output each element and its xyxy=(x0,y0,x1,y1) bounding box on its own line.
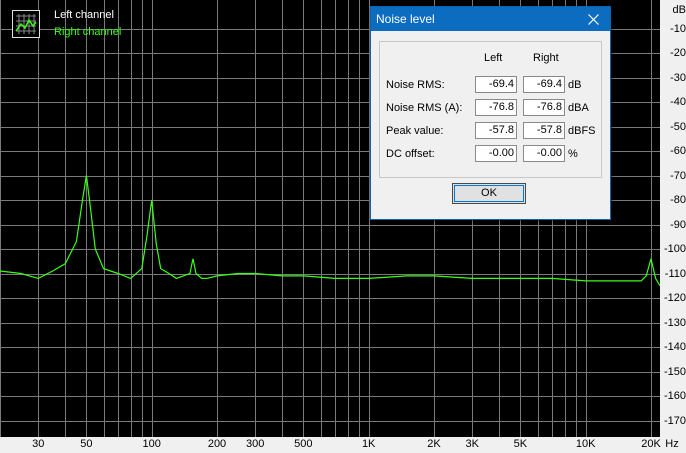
noise-rms-right-field[interactable]: -69.4 xyxy=(523,76,565,93)
row-label-noise-rms-a: Noise RMS (A): xyxy=(386,102,463,114)
x-tick-label: 1K xyxy=(361,438,376,450)
y-axis: dB -10 -20 -30 -40 -50 -60 -70 -80 -90 -100 -110 -1… xyxy=(660,0,686,453)
x-tick-label: 300 xyxy=(246,438,265,450)
column-right-header: Right xyxy=(533,52,559,64)
row-label-peak-value: Peak value: xyxy=(386,125,444,137)
ok-button[interactable]: OK xyxy=(452,183,526,204)
x-tick-label: 5K xyxy=(513,438,528,450)
dc-offset-right-field[interactable]: -0.00 xyxy=(523,145,565,162)
y-tick-label: -110 xyxy=(664,267,686,280)
legend-right-channel[interactable]: Right channel xyxy=(54,26,121,38)
x-tick-label: 50 xyxy=(80,438,93,450)
dc-offset-left-field[interactable]: -0.00 xyxy=(475,145,517,162)
y-tick-label: -10 xyxy=(670,22,686,35)
x-tick-label: 3K xyxy=(465,438,479,450)
x-tick-label: 2K xyxy=(427,438,441,450)
y-tick-label: -130 xyxy=(663,316,686,329)
row-label-dc-offset: DC offset: xyxy=(386,148,435,160)
x-tick-label: 20K xyxy=(641,438,661,450)
peak-value-right-field[interactable]: -57.8 xyxy=(523,122,565,139)
dc-offset-unit: % xyxy=(568,148,578,160)
y-tick-label: -20 xyxy=(670,47,686,59)
y-tick-label: -170 xyxy=(663,414,686,427)
close-button[interactable] xyxy=(576,7,610,31)
legend-left-channel[interactable]: Left channel xyxy=(54,9,114,21)
x-tick-label: 30 xyxy=(32,438,45,450)
y-tick-label: -160 xyxy=(663,390,686,402)
noise-rms-unit: dB xyxy=(568,79,582,91)
x-tick-label: 500 xyxy=(294,438,313,450)
dialog-titlebar[interactable]: Noise level xyxy=(371,7,610,31)
legend-icon[interactable] xyxy=(12,10,40,38)
noise-level-dialog: Noise level Left Right Noise RMS: -69.4 … xyxy=(370,6,611,220)
column-left-header: Left xyxy=(484,52,503,64)
y-tick-label: -120 xyxy=(663,292,686,304)
y-tick-label: -150 xyxy=(663,365,686,378)
noise-rms-a-unit: dBA xyxy=(568,102,589,114)
noise-rms-a-left-field[interactable]: -76.8 xyxy=(475,99,517,116)
y-tick-label: -80 xyxy=(670,194,686,206)
noise-rms-left-field[interactable]: -69.4 xyxy=(475,76,517,93)
y-axis-unit: dB xyxy=(672,4,686,16)
peak-value-left-field[interactable]: -57.8 xyxy=(475,122,517,139)
x-tick-label: 10K xyxy=(575,438,596,450)
noise-rms-a-right-field[interactable]: -76.8 xyxy=(523,99,565,116)
row-label-noise-rms: Noise RMS: xyxy=(386,79,445,91)
dialog-title: Noise level xyxy=(376,12,435,26)
y-tick-label: -30 xyxy=(670,71,686,84)
close-icon xyxy=(587,13,599,25)
x-tick-label: 200 xyxy=(207,438,227,450)
y-tick-label: -40 xyxy=(670,96,686,108)
y-tick-label: -60 xyxy=(670,145,686,157)
x-axis-unit: Hz xyxy=(665,438,679,450)
y-tick-label: -90 xyxy=(670,218,686,231)
y-tick-label: -50 xyxy=(670,120,686,133)
peak-value-unit: dBFS xyxy=(568,125,596,137)
x-tick-label: 100 xyxy=(142,438,161,450)
y-tick-label: -140 xyxy=(663,341,686,353)
y-tick-label: -70 xyxy=(670,169,686,182)
y-tick-label: -100 xyxy=(663,243,686,255)
